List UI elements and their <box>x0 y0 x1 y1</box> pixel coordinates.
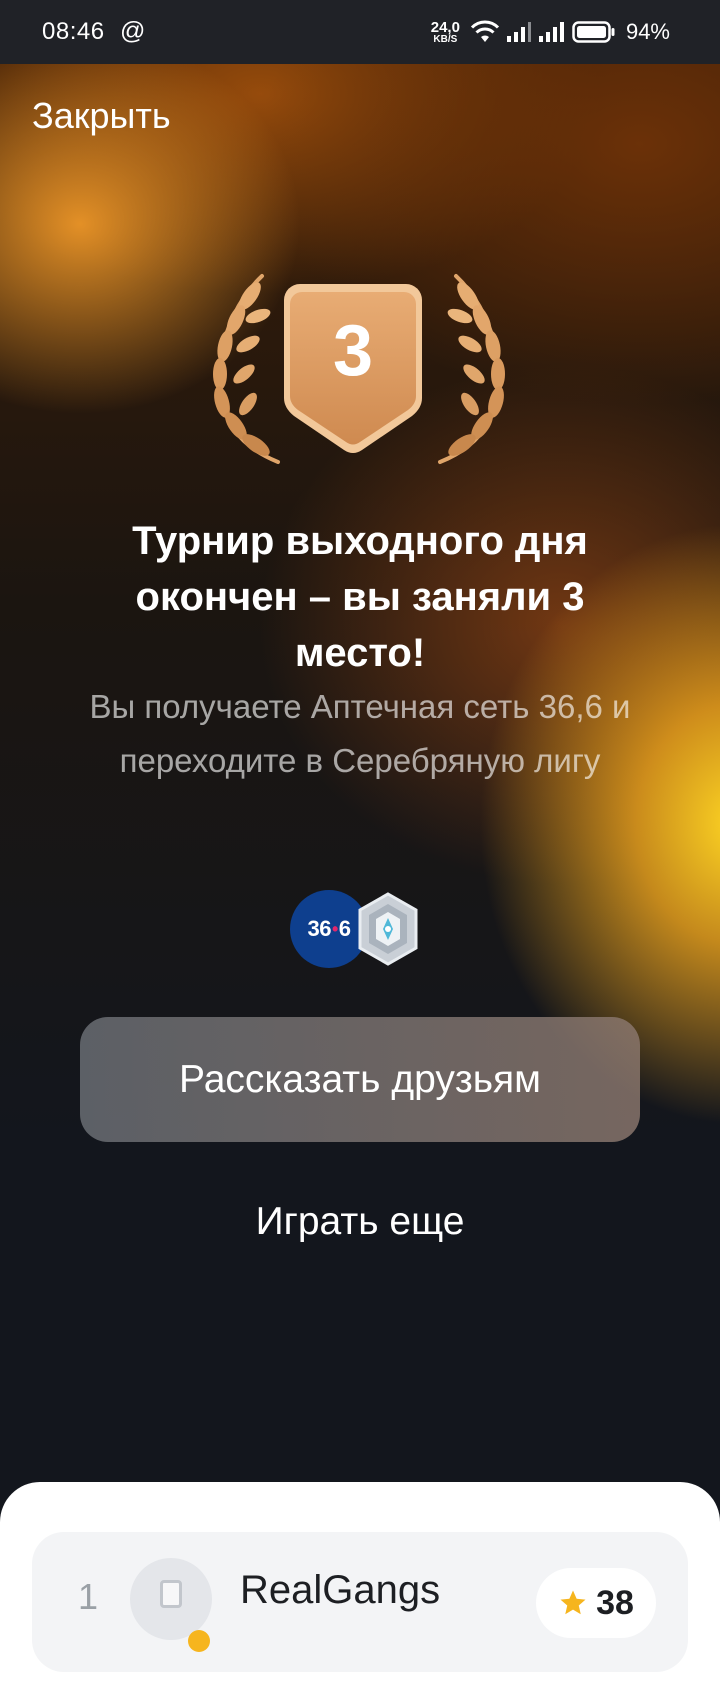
share-with-friends-button[interactable]: Рассказать друзьям <box>80 1017 640 1142</box>
silver-league-icon <box>358 892 418 966</box>
leaderboard-rank: 1 <box>78 1576 99 1617</box>
status-notification-at: @ <box>120 17 146 45</box>
place-number: 3 <box>332 311 374 391</box>
status-time: 08:46 <box>42 18 105 45</box>
leaderboard-player-name: RealGangs <box>240 1568 441 1612</box>
avatar-placeholder-icon <box>160 1580 182 1608</box>
laurel-right-icon <box>438 274 505 464</box>
play-again-button[interactable]: Играть еще <box>160 1200 560 1244</box>
battery-percent: 94% <box>625 19 670 44</box>
result-subtitle: Вы получаете Аптечная сеть 36,6 и перехо… <box>89 688 631 779</box>
star-icon <box>560 1590 586 1615</box>
leaderboard-score: 38 <box>596 1583 634 1622</box>
leaderboard-score-pill: 38 <box>536 1568 656 1638</box>
result-title: Турнир выходного дня окончен – вы заняли… <box>132 519 588 675</box>
avatar <box>130 1558 212 1652</box>
wifi-icon <box>470 20 500 42</box>
leaderboard-row[interactable]: 1 RealGangs 38 <box>32 1532 688 1672</box>
battery-icon <box>572 21 615 43</box>
network-speed: 24,0 KB/S <box>431 20 460 45</box>
close-button[interactable]: Закрыть <box>32 95 171 137</box>
status-bar: 08:46 @ 24,0 KB/S 94% <box>0 0 720 64</box>
signal-icon-sim2 <box>538 22 564 42</box>
avatar-badge-icon <box>188 1630 210 1652</box>
leaderboard-sheet: 1 RealGangs 38 <box>0 1482 720 1682</box>
network-speed-value: 24,0 <box>430 18 460 36</box>
pharmacy-logo-right: 6 <box>338 916 351 941</box>
pharmacy-logo-left: 36 <box>307 916 331 941</box>
pharmacy-logo-dot: • <box>331 918 338 939</box>
network-speed-unit: KB/S <box>433 33 458 45</box>
laurel-left-icon <box>213 274 280 464</box>
status-right-group: 24,0 KB/S 94% <box>431 16 670 48</box>
signal-icon-sim1 <box>506 22 531 42</box>
